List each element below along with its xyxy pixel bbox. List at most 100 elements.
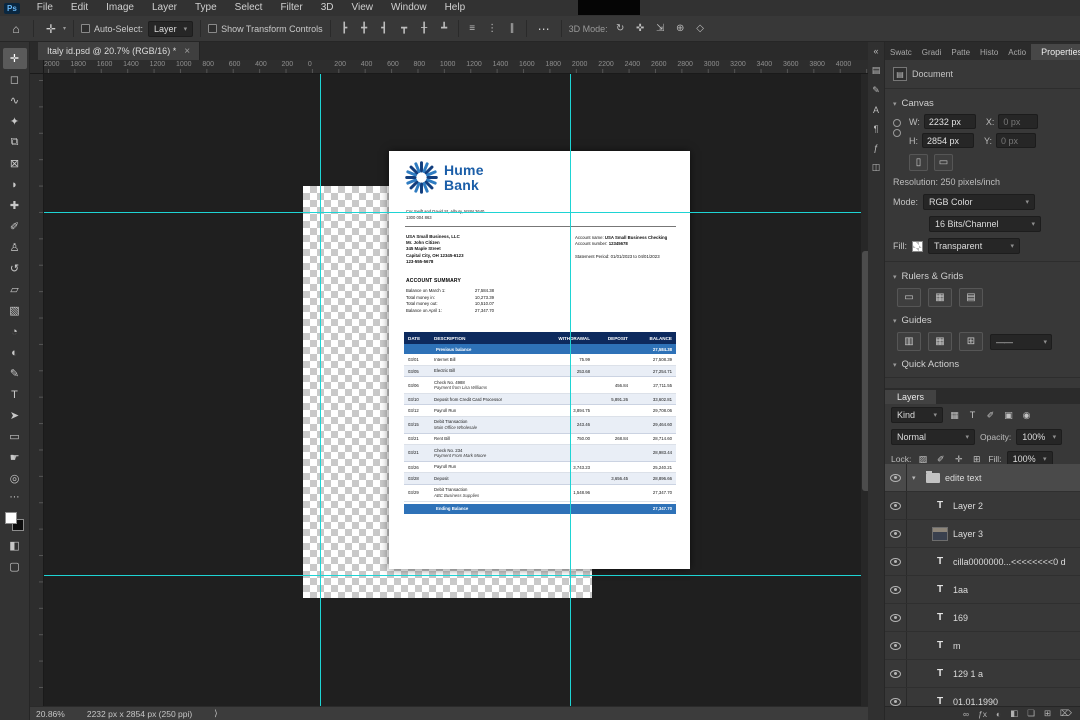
lock-icon[interactable]: ✐ [934,454,947,465]
lasso-tool[interactable]: ∿ [3,90,27,111]
distribute-icon[interactable]: ≡ [466,23,479,34]
document-tab[interactable]: Italy id.psd @ 20.7% (RGB/16) * × [38,42,201,60]
quick-selection-tool[interactable]: ✦ [3,111,27,132]
3d-mode-icon[interactable]: ✜ [634,23,647,34]
rulers-grids-toggle-button[interactable]: ▭ [897,288,921,307]
canvas-viewport[interactable]: Hume Bank Cnr Swift and David St, Albury… [44,74,868,706]
orientation-portrait-button[interactable]: ▯ [909,154,928,171]
foreground-color-swatch[interactable] [5,512,17,524]
eraser-tool[interactable]: ▱ [3,279,27,300]
move-tool[interactable]: ✛ [2,48,27,69]
align-icon[interactable]: ╋ [358,23,371,34]
menu-item[interactable]: Type [186,0,226,16]
guides-toggle-button[interactable]: ▦ [928,332,952,351]
dock-panel-icon[interactable]: ▤ [872,65,881,76]
dock-panel-icon[interactable]: « [873,46,878,56]
menu-item[interactable]: Window [382,0,436,16]
dock-panel-icon[interactable]: A [873,105,879,115]
bank-statement-document[interactable]: Hume Bank Cnr Swift and David St, Albury… [389,151,690,569]
visibility-toggle[interactable] [885,576,907,603]
link-dimensions-icon[interactable] [893,119,901,137]
menu-item[interactable]: File [28,0,62,16]
hand-tool[interactable]: ☛ [3,447,27,468]
dock-panel-icon[interactable]: ¶ [874,124,879,134]
align-icon[interactable]: ╂ [418,23,431,34]
3d-mode-icon[interactable]: ↻ [614,23,627,34]
guide-horizontal[interactable] [44,575,868,576]
layer-filter-icon[interactable]: ✐ [984,410,997,421]
panel-tab[interactable]: Actio [1003,45,1031,60]
visibility-toggle[interactable] [885,520,907,547]
panel-tab[interactable]: Histo [975,45,1003,60]
menu-item[interactable]: Help [436,0,475,16]
layer-row[interactable]: 01.01.1990 [885,688,1080,706]
panel-tab[interactable]: Swatc [885,45,917,60]
tab-layers[interactable]: Layers [885,390,937,404]
screen-mode-icon[interactable]: ▢ [3,556,27,577]
y-field[interactable]: 0 px [996,133,1037,148]
visibility-toggle[interactable] [885,688,907,706]
rulers-grids-toggle-button[interactable]: ▦ [928,288,952,307]
healing-brush-tool[interactable]: ✚ [3,195,27,216]
guide-vertical[interactable] [320,74,321,706]
menu-item[interactable]: Image [97,0,143,16]
visibility-toggle[interactable] [885,660,907,687]
app-icon[interactable]: Ps [4,2,20,14]
crop-tool[interactable]: ⧉ [3,132,27,153]
layers-action-icon[interactable]: ❏ [1027,708,1035,719]
guides-toggle-button[interactable]: ⊞ [959,332,983,351]
layer-filter-icon[interactable]: T [966,410,979,420]
brush-tool[interactable]: ✐ [3,216,27,237]
layer-row[interactable]: cilla0000000...<<<<<<<<0 d [885,548,1080,576]
menu-item[interactable]: View [342,0,382,16]
layers-action-icon[interactable]: ⊞ [1044,708,1051,719]
guides-toggle-button[interactable]: ▥ [897,332,921,351]
guides-section-header[interactable]: Guides [885,310,1080,329]
3d-mode-icon[interactable]: ⊕ [674,23,687,34]
x-field[interactable]: 0 px [998,114,1039,129]
visibility-toggle[interactable] [885,632,907,659]
marquee-tool[interactable]: ◻ [3,69,27,90]
quick-mask-icon[interactable]: ◧ [3,535,27,556]
more-options-icon[interactable]: ⋯ [534,22,554,36]
distribute-icon[interactable]: ⋮ [486,23,499,34]
layers-action-icon[interactable]: ⌦ [1060,708,1072,719]
height-field[interactable]: 2854 px [922,133,974,148]
auto-select-target-dropdown[interactable]: Layer [148,20,194,37]
visibility-toggle[interactable] [885,464,907,491]
layers-action-icon[interactable]: ◐ [996,709,1001,719]
eyedropper-tool[interactable]: ◗ [3,174,27,195]
layers-action-icon[interactable]: ∞ [963,709,969,719]
layer-row[interactable]: 1aa [885,576,1080,604]
shape-tool[interactable]: ▭ [3,426,27,447]
frame-tool[interactable]: ⊠ [3,153,27,174]
gradient-tool[interactable]: ▧ [3,300,27,321]
guide-horizontal[interactable] [44,212,868,213]
vertical-scrollbar[interactable] [861,74,878,706]
dock-panel-icon[interactable]: ◫ [872,162,881,173]
menu-item[interactable]: Select [226,0,272,16]
lock-icon[interactable]: ✛ [952,454,965,465]
dock-panel-icon[interactable]: ƒ [873,143,878,153]
menu-item[interactable]: Edit [62,0,97,16]
edit-toolbar-icon[interactable]: ⋯ [10,492,20,503]
fill-dropdown[interactable]: Transparent [928,238,1020,254]
status-expand-icon[interactable]: ⟩ [214,708,217,719]
layers-action-icon[interactable]: ◧ [1010,708,1018,719]
path-selection-tool[interactable]: ➤ [3,405,27,426]
width-field[interactable]: 2232 px [923,114,976,129]
3d-mode-icon[interactable]: ◇ [694,23,707,34]
layer-row[interactable]: m [885,632,1080,660]
pen-tool[interactable]: ✎ [3,363,27,384]
bit-depth-dropdown[interactable]: 16 Bits/Channel [929,216,1041,232]
close-icon[interactable]: × [184,46,190,57]
zoom-level[interactable]: 20.86% [36,709,65,719]
dodge-tool[interactable]: ◐ [3,342,27,363]
layers-action-icon[interactable]: ƒx [978,709,987,719]
ruler-corner[interactable] [30,60,44,74]
rulers-grids-toggle-button[interactable]: ▤ [959,288,983,307]
zoom-tool[interactable]: ◎ [3,468,27,489]
blend-mode-dropdown[interactable]: Normal [891,429,975,445]
left-ruler[interactable] [30,74,44,706]
guide-line-style-dropdown[interactable]: —— [990,333,1052,350]
